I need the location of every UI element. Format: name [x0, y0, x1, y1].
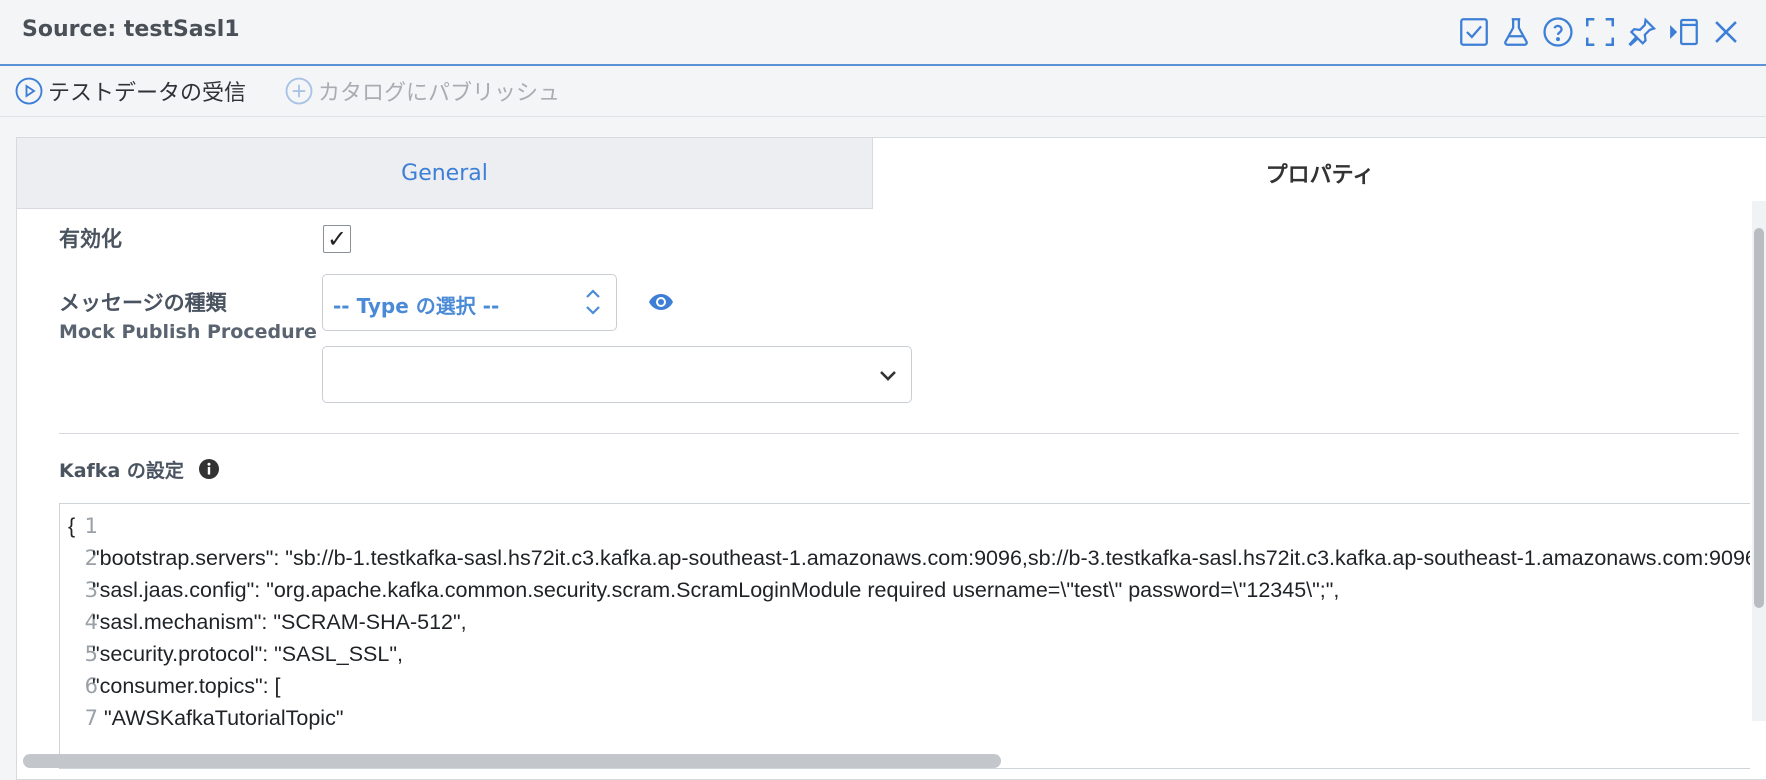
code-line: "sasl.jaas.config": "org.apache.kafka.co… — [92, 578, 1340, 602]
horizontal-scrollbar[interactable] — [23, 754, 1001, 768]
message-type-select[interactable]: -- Type の選択 -- — [322, 274, 617, 331]
receive-test-data-button[interactable]: テストデータの受信 — [14, 74, 246, 108]
updown-arrows-icon — [586, 289, 600, 315]
close-icon[interactable] — [1706, 12, 1746, 52]
line-number: 1 — [84, 514, 98, 538]
expand-icon[interactable] — [1580, 12, 1620, 52]
receive-test-data-label: テストデータの受信 — [48, 81, 247, 106]
kafka-config-editor[interactable]: { 1 2 "bootstrap.servers": "sb://b-1.tes… — [59, 503, 1750, 769]
pin-icon[interactable] — [1622, 12, 1662, 52]
properties-panel: General プロパティ 有効化 ✓ メッセージの種類 -- Type の選択… — [16, 137, 1766, 780]
code-line: "AWSKafkaTutorialTopic" — [92, 706, 344, 730]
plus-circle-icon — [285, 77, 313, 105]
play-circle-icon — [15, 77, 43, 105]
dock-right-icon[interactable] — [1664, 12, 1704, 52]
code-line: "security.protocol": "SASL_SSL", — [92, 642, 403, 666]
chevron-down-icon — [880, 371, 896, 381]
window-title: Source: testSasl1 — [22, 17, 240, 42]
mock-publish-label: Mock Publish Procedure — [59, 321, 317, 343]
publish-to-catalog-label: カタログにパブリッシュ — [318, 81, 561, 106]
divider — [59, 433, 1739, 434]
vertical-scrollbar[interactable] — [1754, 228, 1764, 608]
code-line: "bootstrap.servers": "sb://b-1.testkafka… — [92, 546, 1750, 570]
message-type-value: -- Type の選択 -- — [333, 294, 500, 318]
flask-icon[interactable] — [1496, 12, 1536, 52]
publish-to-catalog-button[interactable]: カタログにパブリッシュ — [284, 74, 560, 108]
code-line: "sasl.mechanism": "SCRAM-SHA-512", — [92, 610, 467, 634]
info-icon[interactable] — [198, 458, 220, 480]
toolbar: テストデータの受信 カタログにパブリッシュ — [0, 66, 1766, 117]
kafka-settings-label: Kafka の設定 — [59, 460, 184, 482]
tab-general[interactable]: General — [17, 138, 873, 209]
help-circle-icon[interactable] — [1538, 12, 1578, 52]
message-type-label: メッセージの種類 — [59, 291, 227, 315]
eye-icon[interactable] — [647, 291, 675, 313]
enabled-checkbox[interactable]: ✓ — [323, 225, 351, 253]
mock-publish-select[interactable] — [322, 346, 912, 403]
code-line: "consumer.topics": [ — [92, 674, 281, 698]
enabled-label: 有効化 — [59, 227, 122, 251]
tab-properties[interactable]: プロパティ — [873, 138, 1766, 208]
check-square-icon[interactable] — [1454, 12, 1494, 52]
title-bar: Source: testSasl1 — [0, 0, 1766, 66]
